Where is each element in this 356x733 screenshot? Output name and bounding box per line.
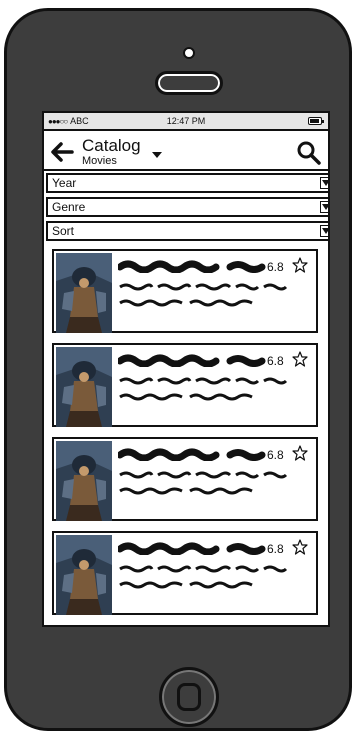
filter-label: Sort xyxy=(52,224,75,238)
movie-card[interactable]: 6.8 xyxy=(52,343,318,427)
status-time: 12:47 PM xyxy=(166,116,206,126)
status-bar: ●●●○○ ABC 12:47 PM xyxy=(44,113,328,131)
description-scribble-line-2 xyxy=(119,487,253,495)
rating-value: 6.8 xyxy=(267,448,284,462)
star-icon[interactable] xyxy=(292,445,308,461)
star-icon[interactable] xyxy=(292,351,308,367)
movie-poster-image xyxy=(56,535,112,615)
title-scribble xyxy=(118,448,266,461)
speaker-slot xyxy=(155,71,223,95)
nav-bar: Catalog Movies xyxy=(44,133,328,171)
filter-sort[interactable]: Sort xyxy=(46,221,328,241)
movie-card[interactable]: 6.8 xyxy=(52,531,318,615)
description-scribble-line-1 xyxy=(119,283,288,291)
search-icon[interactable] xyxy=(296,140,322,166)
filter-genre[interactable]: Genre xyxy=(46,197,328,217)
chevron-down-icon[interactable] xyxy=(152,152,162,158)
camera-icon xyxy=(183,47,195,59)
dropdown-arrow-icon xyxy=(320,201,328,213)
filter-label: Year xyxy=(52,176,77,190)
page-subtitle: Movies xyxy=(82,155,117,167)
dropdown-arrow-icon xyxy=(320,177,328,189)
description-scribble-line-2 xyxy=(119,581,253,589)
catalog-dropdown[interactable]: Catalog Movies xyxy=(82,136,141,168)
movie-card[interactable]: 6.8 xyxy=(52,249,318,333)
title-scribble xyxy=(118,354,266,367)
movie-card[interactable]: 6.8 xyxy=(52,437,318,521)
rating-value: 6.8 xyxy=(267,354,284,368)
title-scribble xyxy=(118,542,266,555)
movie-poster-image xyxy=(56,441,112,521)
description-scribble-line-1 xyxy=(119,377,288,385)
star-icon[interactable] xyxy=(292,539,308,555)
dropdown-arrow-icon xyxy=(320,225,328,237)
rating-value: 6.8 xyxy=(267,542,284,556)
description-scribble-line-1 xyxy=(119,565,288,573)
back-arrow-icon[interactable] xyxy=(50,141,74,163)
star-icon[interactable] xyxy=(292,257,308,273)
home-square-icon xyxy=(177,683,201,711)
filter-year[interactable]: Year xyxy=(46,173,328,193)
description-scribble-line-1 xyxy=(119,471,288,479)
page-title: Catalog xyxy=(82,136,141,155)
movie-poster-image xyxy=(56,253,112,333)
filter-label: Genre xyxy=(52,200,86,214)
movie-poster-image xyxy=(56,347,112,427)
description-scribble-line-2 xyxy=(119,393,253,401)
screen: ●●●○○ ABC 12:47 PM Catalog Movies Year G… xyxy=(42,111,330,627)
title-scribble xyxy=(118,260,266,273)
battery-icon xyxy=(308,117,324,125)
movie-list: 6.8 6.8 6.8 6.8 xyxy=(52,249,320,625)
rating-value: 6.8 xyxy=(267,260,284,274)
description-scribble-line-2 xyxy=(119,299,253,307)
